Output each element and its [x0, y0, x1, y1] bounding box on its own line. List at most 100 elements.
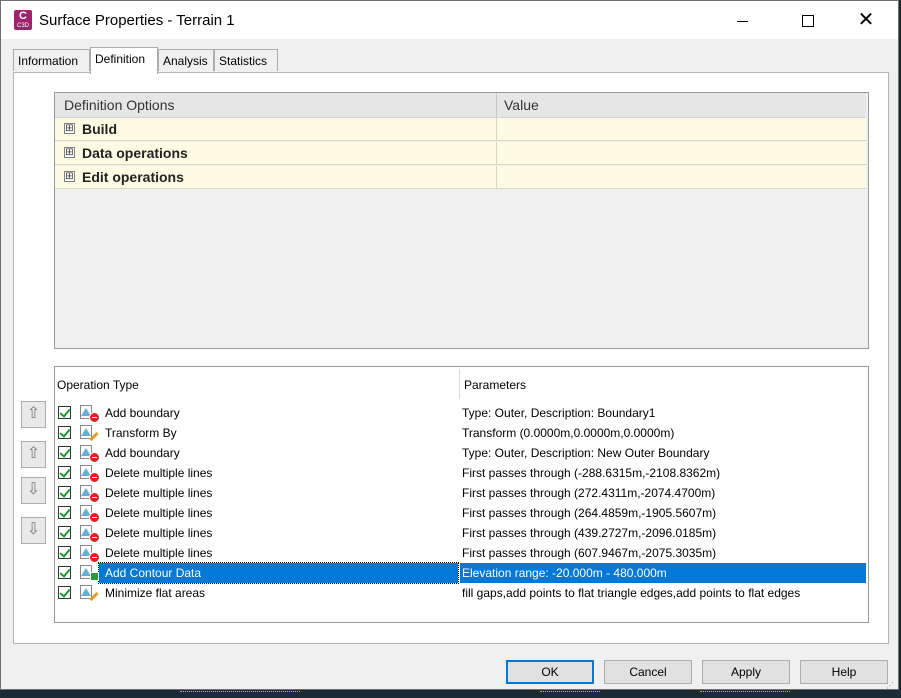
operation-row[interactable]: Delete multiple lines First passes throug… — [55, 463, 866, 483]
flat-areas-icon — [78, 583, 100, 603]
header-divider[interactable] — [459, 369, 460, 399]
operation-row[interactable]: Add Contour Data Elevation range: -20.000… — [55, 562, 866, 584]
header-divider[interactable] — [496, 93, 497, 117]
operations-list[interactable]: Operation Type Parameters Add boundary Ty… — [54, 366, 869, 623]
operation-row[interactable]: Transform By Transform (0.0000m,0.0000m,0… — [55, 423, 866, 443]
window-title: Surface Properties - Terrain 1 — [39, 12, 235, 29]
background-linework — [180, 691, 300, 696]
delete-lines-icon — [78, 523, 100, 543]
operation-type: Add boundary — [105, 446, 180, 460]
close-icon: ✕ — [857, 9, 875, 31]
move-down-button[interactable]: ⇩ — [21, 477, 46, 504]
operation-type: Delete multiple lines — [105, 526, 213, 540]
operation-type: Delete multiple lines — [105, 486, 213, 500]
maximize-button[interactable] — [785, 1, 831, 39]
minimize-icon — [736, 20, 748, 22]
operation-type: Delete multiple lines — [105, 466, 213, 480]
move-to-top-icon: ⇧ — [26, 405, 41, 422]
boundary-icon — [78, 443, 100, 463]
background-linework — [540, 691, 600, 696]
operation-enabled-checkbox[interactable] — [58, 526, 71, 539]
operations-list-header: Operation Type Parameters — [55, 367, 866, 399]
operation-enabled-checkbox[interactable] — [58, 506, 71, 519]
operation-type: Add Contour Data — [105, 566, 202, 580]
tab-statistics[interactable]: Statistics — [214, 49, 278, 71]
operation-enabled-checkbox[interactable] — [58, 486, 71, 499]
operation-row[interactable]: Add boundary Type: Outer, Description: Bo… — [55, 403, 866, 423]
operation-enabled-checkbox[interactable] — [58, 586, 71, 599]
operation-parameters: First passes through (272.4311m,-2074.47… — [462, 486, 716, 500]
help-button[interactable]: Help — [800, 660, 888, 684]
operation-row[interactable]: Delete multiple lines First passes throug… — [55, 483, 866, 503]
operation-enabled-checkbox[interactable] — [58, 446, 71, 459]
operation-type: Add boundary — [105, 406, 180, 420]
delete-lines-icon — [78, 543, 100, 563]
definition-row-label: Edit operations — [82, 169, 184, 185]
contour-data-icon — [78, 563, 100, 583]
background-linework — [700, 691, 790, 696]
operation-type: Delete multiple lines — [105, 506, 213, 520]
definition-row-data-operations[interactable]: ⊞ Data operations — [55, 142, 866, 165]
move-up-icon: ⇧ — [26, 445, 41, 462]
close-button[interactable]: ✕ — [843, 1, 889, 39]
operation-enabled-checkbox[interactable] — [58, 546, 71, 559]
boundary-icon — [78, 403, 100, 423]
tab-analysis[interactable]: Analysis — [158, 49, 214, 71]
operation-parameters: First passes through (-288.6315m,-2108.8… — [462, 466, 721, 480]
cell-divider — [496, 166, 497, 189]
ok-button[interactable]: OK — [506, 660, 594, 684]
apply-button[interactable]: Apply — [702, 660, 790, 684]
column-header-parameters[interactable]: Parameters — [464, 378, 526, 392]
transform-icon — [78, 423, 100, 443]
column-header-value[interactable]: Value — [504, 97, 539, 113]
operation-parameters: fill gaps,add points to flat triangle ed… — [462, 586, 801, 600]
definition-tab-panel: Definition Options Value ⊞ Build ⊞ Data … — [13, 72, 889, 644]
expand-icon[interactable]: ⊞ — [64, 123, 75, 134]
operation-enabled-checkbox[interactable] — [58, 566, 71, 579]
move-to-bottom-icon: ⇩ — [26, 521, 41, 538]
title-bar[interactable]: C C3D Surface Properties - Terrain 1 ✕ — [1, 1, 898, 39]
definition-row-edit-operations[interactable]: ⊞ Edit operations — [55, 166, 866, 189]
operation-enabled-checkbox[interactable] — [58, 426, 71, 439]
definition-row-build[interactable]: ⊞ Build — [55, 118, 866, 141]
operation-parameters: Type: Outer, Description: Boundary1 — [462, 406, 656, 420]
tab-definition[interactable]: Definition — [90, 47, 158, 74]
cell-divider — [496, 142, 497, 165]
delete-lines-icon — [78, 463, 100, 483]
delete-lines-icon — [78, 503, 100, 523]
tab-information[interactable]: Information — [13, 49, 90, 71]
maximize-icon — [802, 15, 814, 28]
operation-parameters: First passes through (607.9467m,-2075.30… — [462, 546, 717, 560]
operation-type: Minimize flat areas — [105, 586, 206, 600]
operation-row[interactable]: Delete multiple lines First passes throug… — [55, 523, 866, 543]
surface-properties-dialog: C C3D Surface Properties - Terrain 1 ✕ In… — [0, 0, 899, 690]
cancel-button[interactable]: Cancel — [604, 660, 692, 684]
move-to-bottom-button[interactable]: ⇩ — [21, 517, 46, 544]
operation-parameters: Transform (0.0000m,0.0000m,0.0000m) — [462, 426, 675, 440]
operation-parameters: Type: Outer, Description: New Outer Boun… — [462, 446, 710, 460]
delete-lines-icon — [78, 483, 100, 503]
operation-row[interactable]: Delete multiple lines First passes throug… — [55, 503, 866, 523]
minimize-button[interactable] — [719, 1, 765, 39]
operation-parameters: Elevation range: -20.000m - 480.000m — [460, 563, 866, 583]
operation-row[interactable]: Add boundary Type: Outer, Description: Ne… — [55, 443, 866, 463]
drawing-backdrop — [0, 690, 901, 698]
column-header-definition-options[interactable]: Definition Options — [64, 97, 175, 113]
operation-row[interactable]: Minimize flat areas fill gaps,add points … — [55, 583, 866, 603]
move-up-button[interactable]: ⇧ — [21, 441, 46, 468]
operation-parameters: First passes through (439.2727m,-2096.01… — [462, 526, 717, 540]
operation-type: Transform By — [105, 426, 177, 440]
resize-grip-icon[interactable]: ⋰ — [886, 681, 896, 690]
definition-row-label: Data operations — [82, 145, 188, 161]
move-down-icon: ⇩ — [26, 481, 41, 498]
cell-divider — [496, 118, 497, 141]
expand-icon[interactable]: ⊞ — [64, 147, 75, 158]
definition-grid-header: Definition Options Value — [55, 93, 866, 118]
operation-enabled-checkbox[interactable] — [58, 406, 71, 419]
expand-icon[interactable]: ⊞ — [64, 171, 75, 182]
operation-row[interactable]: Delete multiple lines First passes throug… — [55, 543, 866, 563]
operation-enabled-checkbox[interactable] — [58, 466, 71, 479]
civil3d-app-icon: C C3D — [14, 10, 32, 30]
column-header-operation-type[interactable]: Operation Type — [57, 378, 139, 392]
move-to-top-button[interactable]: ⇧ — [21, 401, 46, 428]
